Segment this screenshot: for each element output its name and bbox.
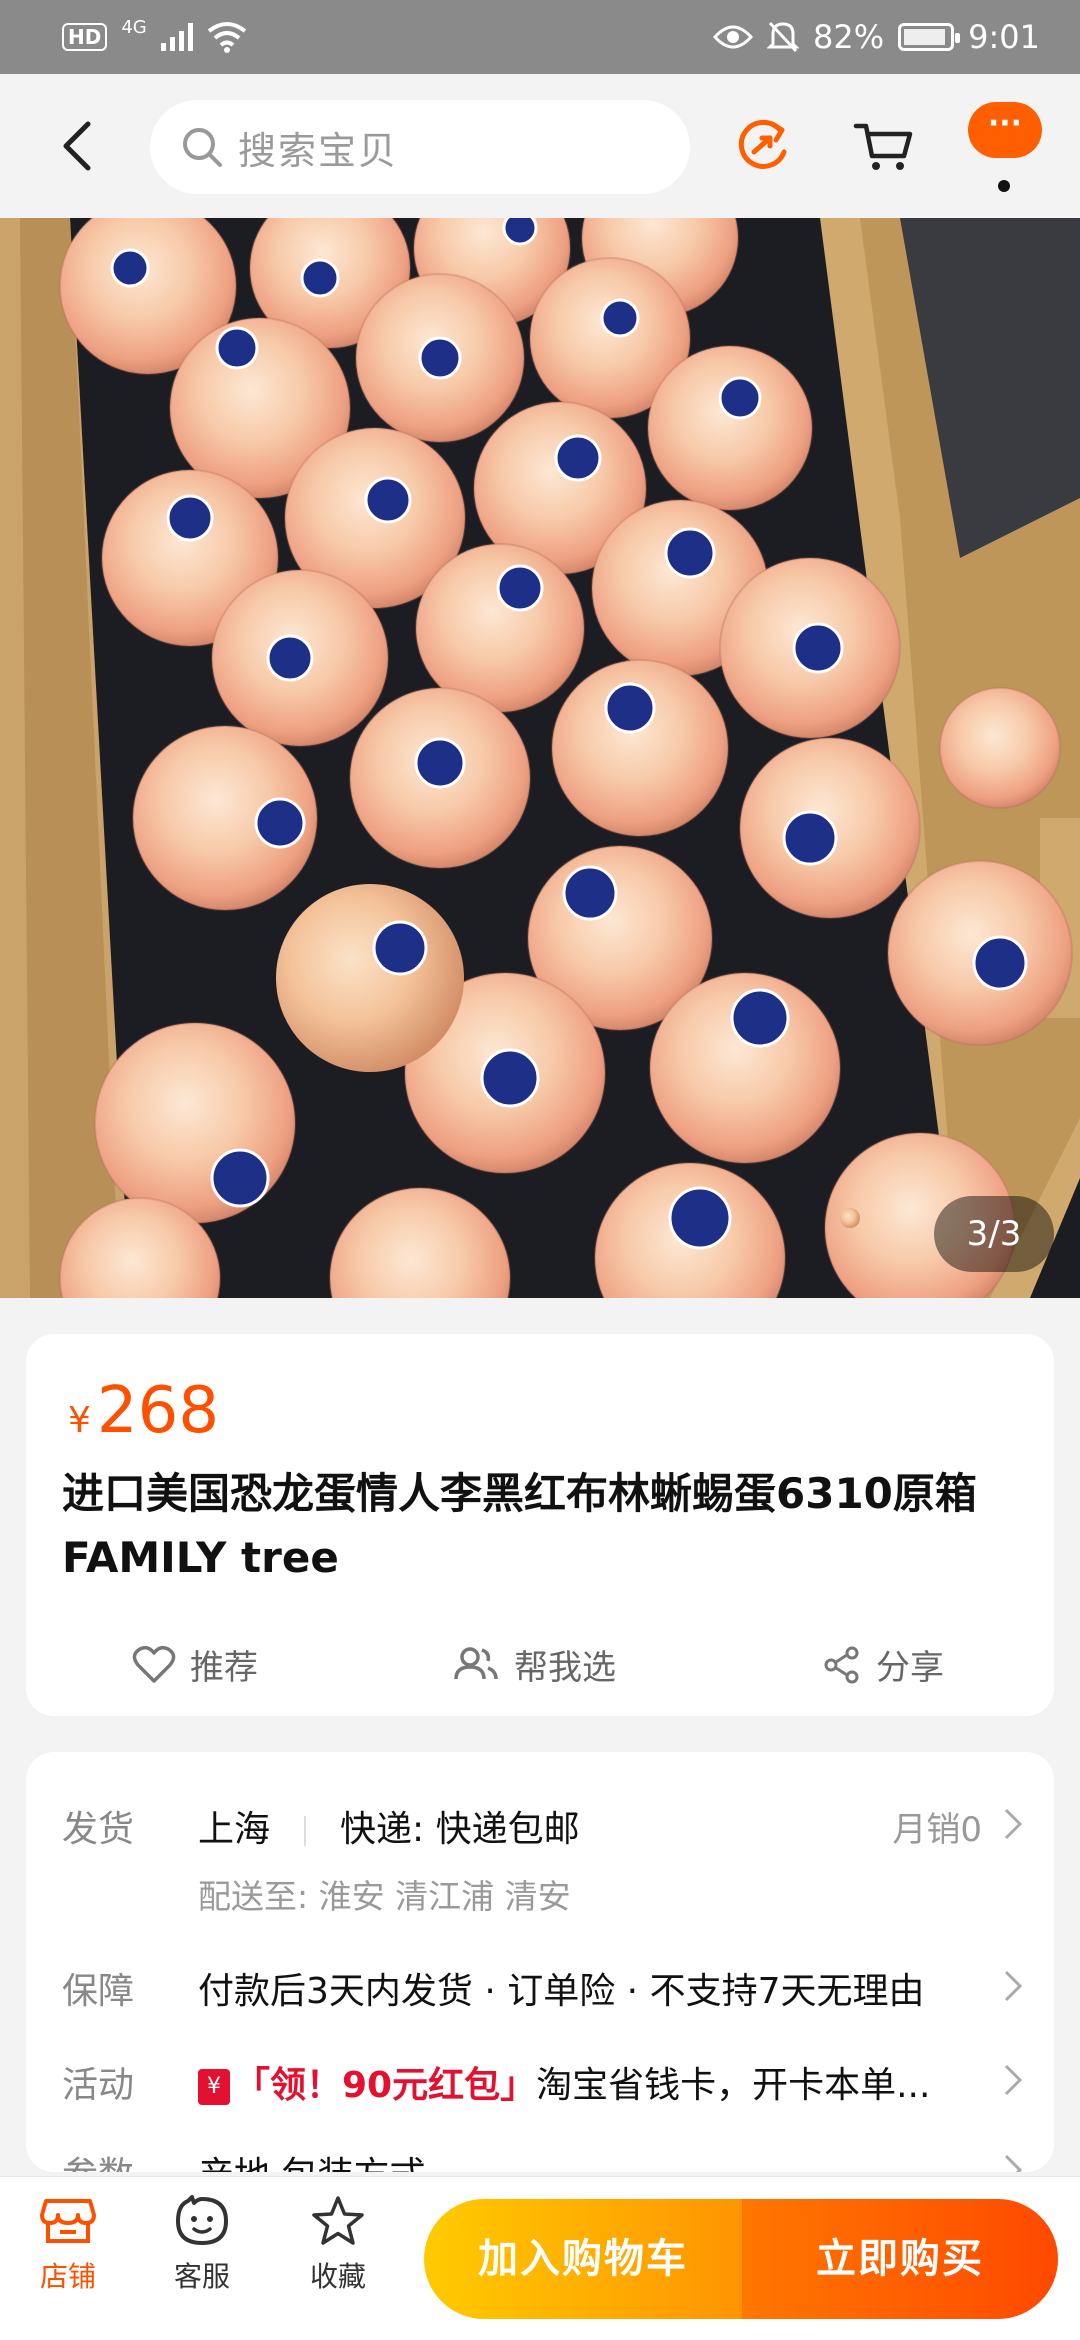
promotion-detail: ¥ 「领！90元红包」淘宝省钱卡，开卡本单...	[198, 2056, 930, 2108]
params-row[interactable]: 参数 产地 包装方式	[26, 2146, 1054, 2172]
promotion-row[interactable]: 活动 ¥ 「领！90元红包」淘宝省钱卡，开卡本单...	[26, 2056, 1054, 2116]
search-input[interactable]: 搜索宝贝	[150, 100, 690, 194]
shipping-label: 发货	[62, 1809, 135, 1850]
chevron-right-icon	[1004, 2154, 1023, 2172]
top-nav: 搜索宝贝 ···	[0, 74, 1080, 218]
back-icon[interactable]	[54, 118, 104, 174]
price: ¥ 268	[68, 1374, 219, 1448]
chevron-right-icon	[1004, 1808, 1023, 1840]
chevron-right-icon	[1004, 2064, 1023, 2096]
deliver-to: 配送至: 淮安 清江浦 清安	[198, 1877, 571, 1916]
price-card: ¥ 268 进口美国恐龙蛋情人李黑红布林蜥蜴蛋6310原箱 FAMILY tre…	[26, 1334, 1054, 1716]
gallery-page-indicator: 3/3	[934, 1196, 1054, 1272]
red-packet-text: 「领！90元红包」	[234, 2065, 537, 2106]
more-button[interactable]: ···	[968, 102, 1042, 158]
heart-icon	[132, 1645, 176, 1683]
red-packet-icon: ¥	[198, 2069, 230, 2105]
service-label: 客服	[173, 2260, 230, 2293]
promotion-text: 淘宝省钱卡，开卡本单...	[536, 2065, 931, 2106]
currency-symbol: ¥	[68, 1400, 91, 1441]
service-tab[interactable]: 客服	[142, 2195, 262, 2295]
store-label: 店铺	[39, 2260, 96, 2293]
history-icon[interactable]	[730, 114, 794, 178]
eye-icon	[713, 25, 754, 49]
params-text: 产地 包装方式	[198, 2146, 425, 2172]
buy-now-button[interactable]: 立即购买	[742, 2199, 1058, 2319]
monthly-sales: 月销0	[892, 1810, 982, 1850]
favorite-tab[interactable]: 收藏	[278, 2195, 398, 2295]
signal-icon	[160, 23, 193, 51]
product-title: 进口美国恐龙蛋情人李黑红布林蜥蜴蛋6310原箱 FAMILY tree	[62, 1469, 977, 1582]
store-tab[interactable]: 店铺	[8, 2195, 128, 2295]
search-icon	[183, 128, 222, 167]
price-value: 268	[96, 1374, 220, 1448]
bell-mute-icon	[767, 21, 800, 53]
more-indicator-dot	[998, 180, 1010, 192]
share-icon	[824, 1646, 859, 1683]
share-label: 分享	[876, 1648, 944, 1688]
chevron-right-icon	[1004, 1970, 1023, 2002]
guarantee-label: 保障	[62, 1971, 135, 2012]
guarantee-row[interactable]: 保障 付款后3天内发货 · 订单险 · 不支持7天无理由	[26, 1962, 1054, 2022]
recommend-label: 推荐	[190, 1648, 258, 1688]
status-bar: HD 4G 82% 9:01	[0, 0, 1080, 74]
shipping-origin: 上海	[198, 1809, 271, 1850]
shipping-express: 快递: 快递包邮	[340, 1809, 580, 1850]
wifi-icon	[207, 22, 246, 53]
params-label: 参数	[62, 2146, 134, 2172]
recommend-button[interactable]: 推荐	[132, 1640, 258, 1689]
shipping-row[interactable]: 发货 上海 快递: 快递包邮 月销0 配送至: 淮安 清江浦 清安	[26, 1800, 1054, 1930]
add-to-cart-button[interactable]: 加入购物车	[424, 2199, 742, 2319]
status-right: 82% 9:01	[713, 18, 1040, 56]
clock: 9:01	[968, 18, 1040, 56]
favorite-label: 收藏	[309, 2260, 366, 2293]
divider	[304, 1816, 307, 1846]
battery-icon	[898, 23, 961, 51]
people-icon	[454, 1646, 498, 1679]
hd-badge: HD	[62, 23, 108, 51]
product-image[interactable]	[0, 218, 1080, 1298]
network-type: 4G	[121, 16, 147, 38]
cart-icon[interactable]	[852, 114, 916, 178]
promotion-label: 活动	[62, 2065, 135, 2106]
star-icon	[312, 2196, 364, 2245]
status-left: HD 4G	[62, 17, 247, 53]
plums-in-box-image	[0, 218, 1080, 1298]
guarantee-text: 付款后3天内发货 · 订单险 · 不支持7天无理由	[198, 1971, 925, 2012]
help-choose-label: 帮我选	[514, 1648, 616, 1688]
info-card: 发货 上海 快递: 快递包邮 月销0 配送至: 淮安 清江浦 清安 保障 付款后3…	[26, 1752, 1054, 2172]
bottom-action-bar: 店铺 客服 收藏 加入购物车 立即购买	[0, 2176, 1080, 2340]
store-icon	[40, 2199, 96, 2243]
share-button[interactable]: 分享	[822, 1640, 944, 1689]
search-placeholder: 搜索宝贝	[238, 128, 399, 173]
customer-service-icon	[176, 2195, 228, 2245]
help-choose-button[interactable]: 帮我选	[452, 1640, 616, 1689]
shipping-detail: 上海 快递: 快递包邮	[198, 1800, 580, 1852]
battery-percent: 82%	[813, 18, 885, 56]
product-actions: 推荐 帮我选 分享	[26, 1624, 1054, 1700]
